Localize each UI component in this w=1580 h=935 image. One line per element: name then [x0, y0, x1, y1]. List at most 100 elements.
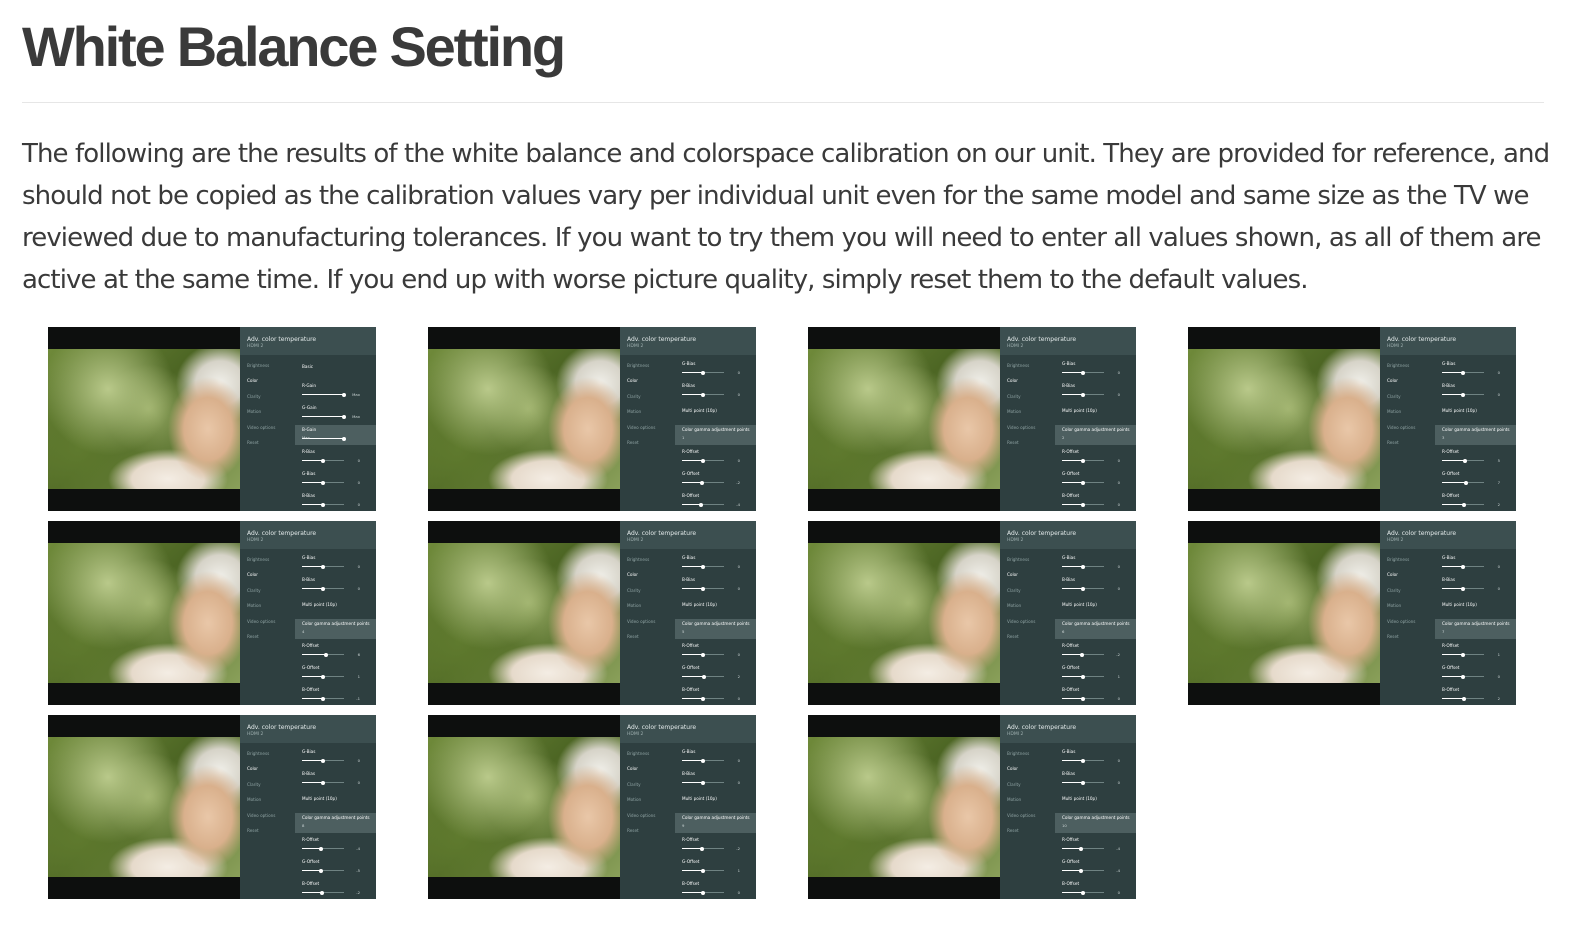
setting-slider[interactable]: [302, 392, 346, 397]
setting-slider[interactable]: [682, 846, 724, 851]
setting-row[interactable]: B-Bias 0: [1055, 381, 1136, 401]
setting-row[interactable]: R-Offset 6: [295, 641, 376, 661]
setting-row[interactable]: G-Offset 0: [1435, 663, 1516, 683]
setting-row[interactable]: B-Bias 0: [675, 381, 756, 401]
side-menu-item[interactable]: Video options: [247, 425, 295, 440]
setting-slider[interactable]: [1442, 392, 1484, 397]
slider-knob[interactable]: [701, 674, 706, 679]
slider-knob[interactable]: [701, 370, 705, 375]
setting-row[interactable]: B-Offset 0: [675, 685, 756, 705]
side-menu-item[interactable]: Reset: [1007, 634, 1055, 649]
setting-slider[interactable]: [1062, 846, 1104, 851]
setting-row[interactable]: R-Offset -2: [675, 835, 756, 855]
setting-slider[interactable]: [682, 392, 724, 397]
setting-row[interactable]: R-Offset 0: [675, 641, 756, 661]
calibration-screenshot-6[interactable]: Adv. color temperature HDMI 2 Brightness…: [428, 521, 756, 705]
side-menu-item[interactable]: Reset: [627, 440, 675, 455]
setting-row[interactable]: Multi point (10p): [675, 597, 756, 617]
side-menu-item[interactable]: Reset: [1007, 440, 1055, 455]
slider-knob[interactable]: [321, 674, 326, 679]
setting-row[interactable]: Multi point (10p): [675, 791, 756, 811]
setting-row[interactable]: Color gamma adjustment points 6: [1055, 619, 1136, 639]
setting-row[interactable]: B-Offset 0: [1055, 879, 1136, 899]
setting-row[interactable]: G-Offset -2: [675, 469, 756, 489]
slider-knob[interactable]: [1081, 780, 1085, 785]
side-menu-item[interactable]: Color: [1387, 378, 1435, 393]
slider-knob[interactable]: [1461, 586, 1465, 591]
side-menu-item[interactable]: Brightness: [1007, 363, 1055, 378]
slider-knob[interactable]: [320, 696, 325, 701]
side-menu-item[interactable]: Reset: [247, 440, 295, 455]
slider-knob[interactable]: [342, 414, 346, 419]
side-menu-item[interactable]: Brightness: [1387, 557, 1435, 572]
slider-knob[interactable]: [701, 458, 705, 463]
setting-row[interactable]: B-Offset 0: [1055, 685, 1136, 705]
setting-slider[interactable]: [682, 890, 724, 895]
slider-knob[interactable]: [1081, 674, 1086, 679]
slider-knob[interactable]: [321, 458, 325, 463]
setting-slider[interactable]: [302, 414, 346, 419]
side-menu-item[interactable]: Brightness: [627, 363, 675, 378]
slider-knob[interactable]: [701, 652, 705, 657]
calibration-screenshot-8[interactable]: Adv. color temperature HDMI 2 Brightness…: [1188, 521, 1516, 705]
setting-slider[interactable]: [682, 780, 724, 785]
setting-slider[interactable]: [1062, 586, 1104, 591]
side-menu-item[interactable]: Color: [627, 572, 675, 587]
setting-slider[interactable]: [682, 868, 724, 873]
side-menu-item[interactable]: Brightness: [247, 363, 295, 378]
setting-row[interactable]: Multi point (10p): [295, 791, 376, 811]
setting-slider[interactable]: [1062, 502, 1104, 507]
setting-row[interactable]: G-Bias 0: [1435, 553, 1516, 573]
setting-row[interactable]: R-Offset -2: [1055, 641, 1136, 661]
setting-slider[interactable]: [1442, 586, 1484, 591]
setting-row[interactable]: B-Bias 0: [295, 769, 376, 789]
setting-row[interactable]: B-Offset 0: [1055, 491, 1136, 511]
setting-row[interactable]: R-Offset 0: [675, 447, 756, 467]
slider-knob[interactable]: [318, 868, 323, 873]
setting-row[interactable]: G-Bias 0: [675, 359, 756, 379]
setting-row[interactable]: Multi point (10p): [1055, 791, 1136, 811]
setting-slider[interactable]: [1442, 652, 1484, 657]
setting-slider[interactable]: [1062, 758, 1104, 763]
slider-knob[interactable]: [1081, 458, 1085, 463]
side-menu-item[interactable]: Video options: [1007, 619, 1055, 634]
slider-knob[interactable]: [1081, 890, 1085, 895]
setting-slider[interactable]: [302, 674, 344, 679]
side-menu-item[interactable]: Clarity: [1007, 782, 1055, 797]
slider-knob[interactable]: [701, 564, 705, 569]
slider-knob[interactable]: [1081, 586, 1085, 591]
setting-slider[interactable]: [682, 458, 724, 463]
side-menu-item[interactable]: Clarity: [627, 588, 675, 603]
setting-row[interactable]: G-Bias 0: [675, 747, 756, 767]
side-menu-item[interactable]: Motion: [1387, 409, 1435, 424]
setting-slider[interactable]: [1062, 370, 1104, 375]
calibration-screenshot-11[interactable]: Adv. color temperature HDMI 2 Brightness…: [808, 715, 1136, 899]
side-menu-item[interactable]: Reset: [247, 634, 295, 649]
slider-knob[interactable]: [700, 480, 705, 485]
side-menu-item[interactable]: Brightness: [1007, 751, 1055, 766]
side-menu-item[interactable]: Color: [627, 766, 675, 781]
setting-row[interactable]: Color gamma adjustment points 3: [1435, 425, 1516, 445]
slider-knob[interactable]: [701, 890, 705, 895]
setting-slider[interactable]: [1442, 502, 1484, 507]
side-menu-item[interactable]: Clarity: [1007, 394, 1055, 409]
setting-row[interactable]: G-Offset -4: [1055, 857, 1136, 877]
setting-slider[interactable]: [682, 758, 724, 763]
calibration-screenshot-2[interactable]: Adv. color temperature HDMI 2 Brightness…: [428, 327, 756, 511]
setting-row[interactable]: G-Bias 0: [295, 553, 376, 573]
side-menu-item[interactable]: Clarity: [627, 394, 675, 409]
side-menu-item[interactable]: Clarity: [247, 588, 295, 603]
setting-row[interactable]: Color gamma adjustment points 10: [1055, 813, 1136, 833]
slider-knob[interactable]: [321, 586, 325, 591]
slider-knob[interactable]: [1080, 652, 1085, 657]
setting-row[interactable]: Multi point (10p): [675, 403, 756, 423]
side-menu-item[interactable]: Video options: [1387, 619, 1435, 634]
slider-knob[interactable]: [1463, 458, 1468, 463]
side-menu-item[interactable]: Video options: [1387, 425, 1435, 440]
setting-row[interactable]: Multi point (10p): [1055, 597, 1136, 617]
slider-knob[interactable]: [1461, 696, 1466, 701]
slider-knob[interactable]: [1463, 480, 1468, 485]
setting-row[interactable]: B-Bias 0: [675, 575, 756, 595]
setting-slider[interactable]: [682, 480, 724, 485]
side-menu-item[interactable]: Motion: [1007, 603, 1055, 618]
